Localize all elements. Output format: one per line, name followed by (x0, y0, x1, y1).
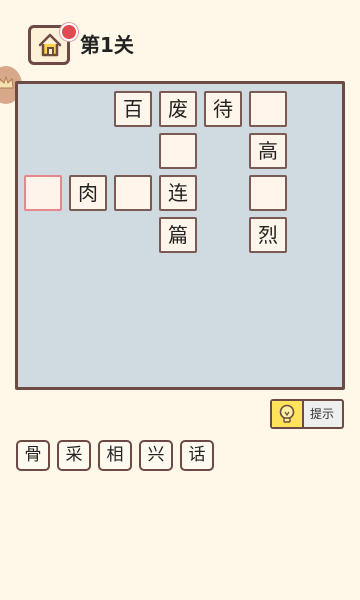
option-tile[interactable]: 兴 (139, 440, 173, 471)
option-tile[interactable]: 采 (57, 440, 91, 471)
grid-cell-r3c6[interactable] (249, 175, 287, 211)
grid-cell-r1c5[interactable]: 待 (204, 91, 242, 127)
grid-cell-r3c1-selected[interactable] (24, 175, 62, 211)
option-tile[interactable]: 相 (98, 440, 132, 471)
home-icon (38, 33, 62, 57)
hint-label: 提示 (310, 407, 335, 421)
option-tile[interactable]: 话 (180, 440, 214, 471)
crown-icon (0, 76, 14, 89)
grid-cell-r2c6[interactable]: 高 (249, 133, 287, 169)
hint-icon-box (272, 401, 304, 427)
grid-cell-r3c2[interactable]: 肉 (69, 175, 107, 211)
grid-cell-r4c4[interactable]: 篇 (159, 217, 197, 253)
lightbulb-icon (279, 404, 295, 423)
notification-badge (60, 23, 78, 41)
grid-cell-r1c6[interactable] (249, 91, 287, 127)
grid-cell-r1c3[interactable]: 百 (114, 91, 152, 127)
grid-cell-r1c4[interactable]: 废 (159, 91, 197, 127)
hint-button[interactable]: 提示 (270, 399, 344, 429)
grid-cell-r3c4[interactable]: 连 (159, 175, 197, 211)
level-title: 第1关 (80, 33, 134, 57)
grid-cell-r2c4[interactable] (159, 133, 197, 169)
grid-cell-r3c3[interactable] (114, 175, 152, 211)
grid-cell-r4c6[interactable]: 烈 (249, 217, 287, 253)
option-tile[interactable]: 骨 (16, 440, 50, 471)
puzzle-board: 百 废 待 高 肉 连 篇 烈 (15, 81, 345, 390)
